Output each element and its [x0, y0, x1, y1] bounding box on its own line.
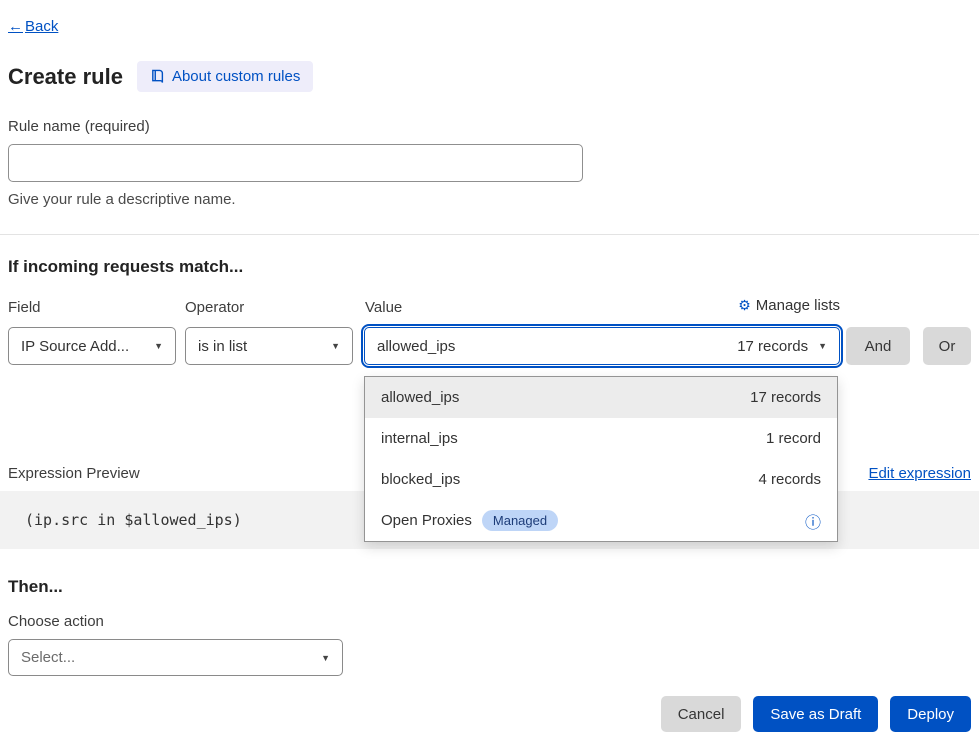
list-option-detail: 4 records [758, 471, 821, 488]
operator-select-value: is in list [198, 338, 247, 355]
create-rule-page: ←Back Create rule About custom rules Rul… [0, 0, 979, 739]
gear-icon: ⚙ [738, 297, 751, 314]
about-custom-rules-link[interactable]: About custom rules [137, 61, 313, 92]
manage-lists-label: Manage lists [756, 297, 840, 314]
then-section-title: Then... [8, 577, 971, 597]
value-select[interactable]: allowed_ips 17 records ▼ [364, 327, 840, 365]
save-as-draft-button[interactable]: Save as Draft [753, 696, 878, 732]
and-button[interactable]: And [846, 327, 910, 365]
chevron-down-icon: ▼ [154, 341, 163, 351]
footer-actions: Cancel Save as Draft Deploy [8, 696, 971, 732]
cancel-button[interactable]: Cancel [661, 696, 742, 732]
title-row: Create rule About custom rules [8, 61, 971, 92]
match-section-title: If incoming requests match... [8, 257, 971, 277]
list-option-label: Open Proxies [381, 512, 472, 529]
chevron-down-icon: ▼ [321, 653, 330, 663]
deploy-button[interactable]: Deploy [890, 696, 971, 732]
manage-lists-link[interactable]: ⚙ Manage lists [738, 297, 840, 314]
expression-code: (ip.src in $allowed_ips) [25, 511, 242, 529]
value-dropdown-menu: allowed_ips 17 records internal_ips 1 re… [364, 376, 838, 542]
match-controls: Field Operator Value ⚙ Manage lists IP S… [8, 299, 971, 365]
action-select[interactable]: Select... ▼ [8, 639, 343, 676]
section-divider [0, 234, 979, 235]
choose-action-label: Choose action [8, 613, 971, 630]
list-option-detail: 1 record [766, 430, 821, 447]
list-option-label: blocked_ips [381, 471, 460, 488]
field-select[interactable]: IP Source Add... ▼ [8, 327, 176, 365]
or-button[interactable]: Or [923, 327, 971, 365]
list-option-open-proxies[interactable]: Open Proxies Managed ⓘ [365, 500, 837, 541]
back-arrow-icon: ← [8, 18, 23, 35]
back-link-label: Back [25, 18, 58, 35]
field-select-value: IP Source Add... [21, 338, 129, 355]
value-select-record-count: 17 records [737, 338, 808, 355]
edit-expression-link[interactable]: Edit expression [868, 465, 971, 482]
action-select-placeholder: Select... [21, 649, 75, 666]
list-option-blocked-ips[interactable]: blocked_ips 4 records [365, 459, 837, 500]
list-option-internal-ips[interactable]: internal_ips 1 record [365, 418, 837, 459]
chevron-down-icon: ▼ [331, 341, 340, 351]
info-icon[interactable]: ⓘ [805, 509, 821, 533]
value-select-value: allowed_ips [377, 338, 455, 355]
list-option-label: internal_ips [381, 430, 458, 447]
page-title: Create rule [8, 64, 123, 90]
value-label: Value [365, 299, 402, 316]
rule-name-label: Rule name (required) [8, 118, 971, 135]
list-option-label: allowed_ips [381, 389, 459, 406]
operator-select[interactable]: is in list ▼ [185, 327, 353, 365]
about-badge-label: About custom rules [172, 68, 300, 85]
back-link[interactable]: ←Back [8, 18, 58, 35]
list-option-detail: 17 records [750, 389, 821, 406]
chevron-down-icon: ▼ [818, 341, 827, 351]
list-option-allowed-ips[interactable]: allowed_ips 17 records [365, 377, 837, 418]
field-label: Field [8, 299, 41, 316]
expression-preview-label: Expression Preview [8, 465, 140, 482]
managed-badge: Managed [482, 510, 558, 531]
rule-name-input[interactable] [8, 144, 583, 182]
book-icon [150, 69, 165, 84]
rule-name-help-text: Give your rule a descriptive name. [8, 191, 971, 208]
operator-label: Operator [185, 299, 244, 316]
